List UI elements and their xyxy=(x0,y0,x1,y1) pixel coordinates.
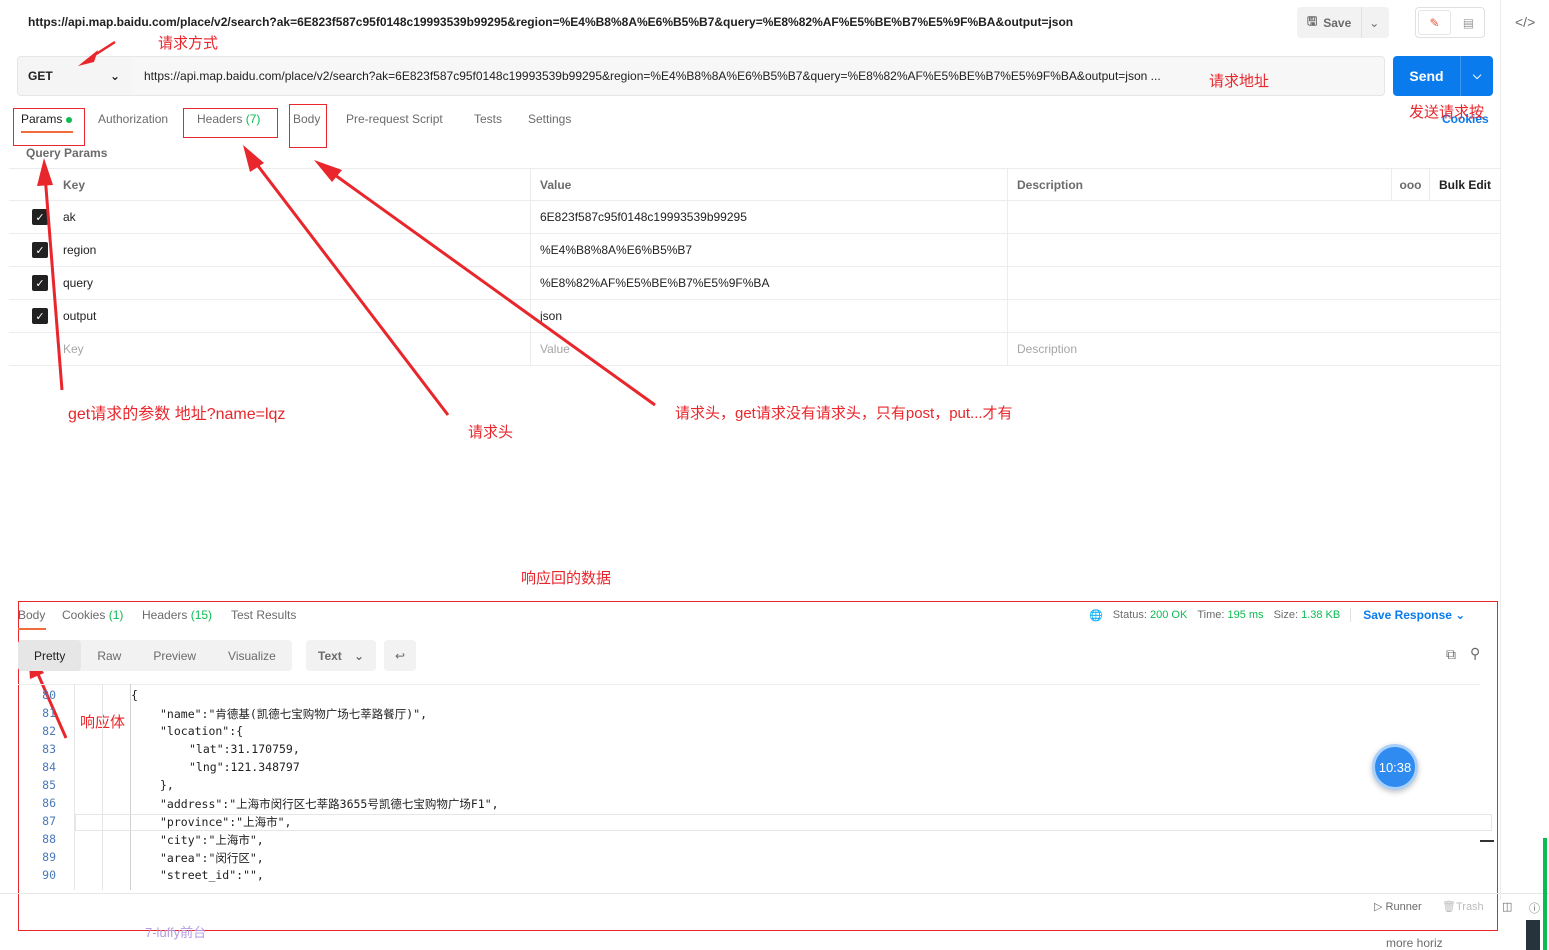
size-value: 1.38 KB xyxy=(1301,609,1341,621)
chevron-down-icon: ⌄ xyxy=(353,648,364,663)
view-pretty[interactable]: Pretty xyxy=(18,640,82,671)
current-line-highlight xyxy=(75,814,1492,831)
view-visualize[interactable]: Visualize xyxy=(212,640,292,671)
scrollbar-mark[interactable] xyxy=(1480,840,1494,842)
trash-button[interactable]: 🗑Trash xyxy=(1442,900,1484,913)
footer-divider xyxy=(0,893,1549,894)
wrap-lines-icon[interactable]: ↩ xyxy=(384,640,416,671)
save-response-button[interactable]: Save Response ⌄ xyxy=(1350,608,1465,622)
resp-tab-body[interactable]: Body xyxy=(18,608,45,622)
status-bar: 🌐 Status: 200 OK Time: 195 ms Size: 1.38… xyxy=(1089,608,1466,622)
view-preview[interactable]: Preview xyxy=(137,640,212,671)
copy-icon[interactable]: ⧉ xyxy=(1446,646,1456,663)
annotation-response: 响应回的数据 xyxy=(521,570,612,587)
annotation-body: 请求头，get请求没有请求头，只有post，put...才有 xyxy=(675,405,1013,422)
timer-badge[interactable]: 10:38 xyxy=(1372,744,1418,790)
gutter-divider xyxy=(74,684,75,890)
annotation-send: 发送请求按 xyxy=(1409,104,1485,121)
resp-tab-cookies[interactable]: Cookies (1) xyxy=(62,608,123,622)
search-icon[interactable]: ⚲ xyxy=(1470,645,1480,662)
gutter-divider xyxy=(102,684,103,890)
annotation-method: 请求方式 xyxy=(158,35,219,52)
side-block xyxy=(1526,920,1540,950)
bottom-text: more horiz xyxy=(1386,936,1443,950)
trash-icon: 🗑 xyxy=(1442,901,1456,913)
view-raw[interactable]: Raw xyxy=(81,640,137,671)
indent-guide xyxy=(130,684,131,890)
resp-tab-test-results[interactable]: Test Results xyxy=(231,608,296,622)
response-code[interactable]: 80{ 81 "name":"肯德基(凯德七宝购物广场七莘路餐厅)", 82 "lo… xyxy=(18,684,1480,890)
annotation-url: 请求地址 xyxy=(1209,73,1270,90)
status-value: 200 OK xyxy=(1150,609,1188,621)
help-icon[interactable]: ⓘ xyxy=(1529,900,1540,916)
resp-tab-headers[interactable]: Headers (15) xyxy=(142,608,212,622)
side-indicator xyxy=(1543,838,1547,950)
annotation-params: get请求的参数 地址?name=lqz xyxy=(68,406,286,423)
time-value: 195 ms xyxy=(1227,609,1264,621)
tab-underline xyxy=(18,628,46,630)
globe-icon[interactable]: 🌐 xyxy=(1089,609,1103,622)
runner-icon: ▷ xyxy=(1374,901,1383,913)
runner-button[interactable]: ▷ Runner xyxy=(1374,900,1422,913)
format-select[interactable]: Text ⌄ xyxy=(306,640,376,671)
taskbar-link[interactable]: 7-luffy前台 xyxy=(145,922,206,941)
view-tabs: Pretty Raw Preview Visualize xyxy=(18,640,292,671)
annotation-headers: 请求头 xyxy=(468,424,514,441)
layout-icon[interactable]: ◫ xyxy=(1502,900,1512,913)
